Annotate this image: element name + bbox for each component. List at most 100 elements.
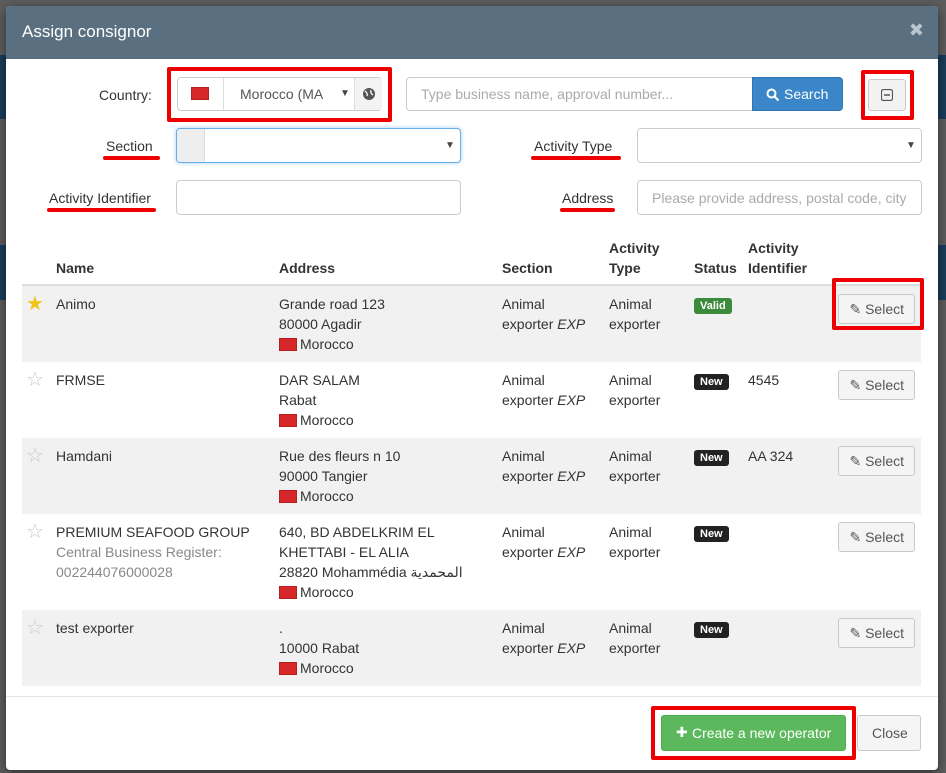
search-button[interactable]: Search (752, 77, 843, 111)
underline-activity-identifier (47, 208, 156, 212)
identifier-cell: 4545 (744, 362, 832, 438)
highlight-select (832, 278, 924, 330)
table-row: ★ Animo Grande road 123 80000 Agadir Morocco… (22, 285, 921, 362)
status-header: Status (690, 234, 744, 286)
highlight-create (651, 706, 856, 760)
favorite-cell: ☆ (22, 610, 52, 686)
star-icon[interactable]: ☆ (26, 369, 44, 391)
address-cell: DAR SALAM Rabat Morocco (275, 362, 498, 438)
activity-type-cell: Animal exporter (605, 285, 690, 362)
address-country: Morocco (279, 410, 494, 430)
select-button[interactable]: ✎ Select (838, 370, 915, 400)
section-cell: Animal exporter EXP (498, 285, 605, 362)
activity-type-cell: Animal exporter (609, 372, 661, 408)
table-row: ☆ PREMIUM SEAFOOD GROUP Central Business R… (22, 514, 921, 610)
select-button[interactable]: ✎ Select (838, 522, 915, 552)
close-button-label: Close (872, 725, 908, 741)
select-button[interactable]: ✎ Select (838, 618, 915, 648)
address-cell: 640, BD ABDELKRIM EL KHETTABI - EL ALIA 28… (275, 514, 498, 610)
business-search-placeholder: Type business name, approval number... (421, 86, 674, 102)
underline-section (103, 156, 160, 160)
action-cell: ✎ Select (832, 610, 921, 686)
morocco-flag-icon (279, 586, 297, 599)
address-header: Address (275, 234, 498, 286)
section-code: EXP (557, 392, 586, 408)
activity-type-cell: Animal exporter (605, 438, 690, 514)
star-icon[interactable]: ☆ (26, 445, 44, 467)
section-code: EXP (557, 544, 586, 560)
section-code: EXP (557, 640, 586, 656)
favorite-cell: ☆ (22, 514, 52, 610)
registry-number: 002244076000028 (56, 564, 173, 580)
dialog-header: Assign consignor ✖ (6, 6, 938, 59)
close-button[interactable]: Close (857, 715, 921, 751)
status-cell: New (690, 610, 744, 686)
morocco-flag-icon (279, 490, 297, 503)
operators-table: Name Address Section Activity Type Status… (22, 234, 921, 686)
activity-identifier: 4545 (748, 372, 780, 388)
morocco-flag-icon (279, 338, 297, 351)
operator-name: Hamdani (56, 448, 113, 464)
address-line-2: 80000 Agadir (279, 316, 362, 332)
address-line-2: Rabat (279, 392, 317, 408)
country-label: Country: (99, 87, 152, 103)
section-select[interactable]: ▼ (176, 128, 461, 163)
select-button[interactable]: ✎ Select (838, 446, 915, 476)
address-line-1: Rue des fleurs n 10 (279, 448, 401, 464)
status-cell: New (690, 514, 744, 610)
action-cell: ✎ Select (832, 514, 921, 610)
search-button-label: Search (784, 86, 829, 102)
address-country: Morocco (279, 486, 494, 506)
assign-consignor-dialog: Assign consignor ✖ Country: Morocco (MA … (6, 6, 938, 770)
table-header-row: Name Address Section Activity Type Status… (22, 234, 921, 286)
star-icon[interactable]: ☆ (26, 617, 44, 639)
activity-type-header: Activity Type (605, 234, 690, 286)
star-icon[interactable]: ☆ (26, 521, 44, 543)
favorite-cell: ★ (22, 285, 52, 362)
address-label: Address (562, 190, 614, 206)
address-placeholder: Please provide address, postal code, cit… (652, 190, 907, 206)
close-icon[interactable]: ✖ (909, 20, 924, 41)
address-country: Morocco (279, 582, 494, 602)
status-badge: Valid (694, 298, 732, 314)
action-cell: ✎ Select (832, 438, 921, 514)
section-label: Section (106, 138, 153, 154)
edit-icon: ✎ (849, 377, 862, 393)
footer-divider (6, 696, 938, 697)
name-cell: Hamdani (52, 438, 275, 514)
registry-label: Central Business Register: (56, 544, 222, 560)
address-country: Morocco (279, 658, 494, 678)
activity-type-select[interactable]: ▼ (637, 128, 922, 163)
edit-icon: ✎ (849, 625, 862, 641)
address-line-1: Grande road 123 (279, 296, 385, 312)
activity-identifier-header: Activity Identifier (744, 234, 832, 286)
edit-icon: ✎ (849, 529, 862, 545)
status-badge: New (694, 526, 729, 542)
favorite-cell: ☆ (22, 362, 52, 438)
table-row: ☆ FRMSE DAR SALAM Rabat Morocco Animal exporte… (22, 362, 921, 438)
section-header: Section (498, 234, 605, 286)
activity-identifier: AA 324 (748, 448, 794, 464)
activity-type-label: Activity Type (534, 138, 613, 154)
underline-activity-type (531, 156, 621, 160)
operator-name: test exporter (56, 620, 134, 636)
dialog-title: Assign consignor (22, 22, 152, 41)
name-cell: Animo (52, 285, 275, 362)
table-row: ☆ test exporter. 10000 Rabat Morocco Animal e… (22, 610, 921, 686)
status-badge: New (694, 374, 729, 390)
activity-identifier-input[interactable] (176, 180, 461, 215)
operator-name: FRMSE (56, 372, 105, 388)
star-icon[interactable]: ★ (26, 293, 44, 315)
chevron-down-icon: ▼ (445, 140, 455, 151)
address-line-2: 10000 Rabat (279, 640, 360, 656)
address-input[interactable]: Please provide address, postal code, cit… (637, 180, 922, 215)
address-cell: . 10000 Rabat Morocco (275, 610, 498, 686)
identifier-cell (744, 285, 832, 362)
name-cell: test exporter (52, 610, 275, 686)
table-row: ☆ Hamdani Rue des fleurs n 10 90000 Tangier… (22, 438, 921, 514)
status-cell: New (690, 362, 744, 438)
business-search-input[interactable]: Type business name, approval number... (406, 77, 753, 111)
chevron-down-icon: ▼ (906, 140, 916, 151)
section-addon (177, 129, 205, 162)
identifier-cell: AA 324 (744, 438, 832, 514)
